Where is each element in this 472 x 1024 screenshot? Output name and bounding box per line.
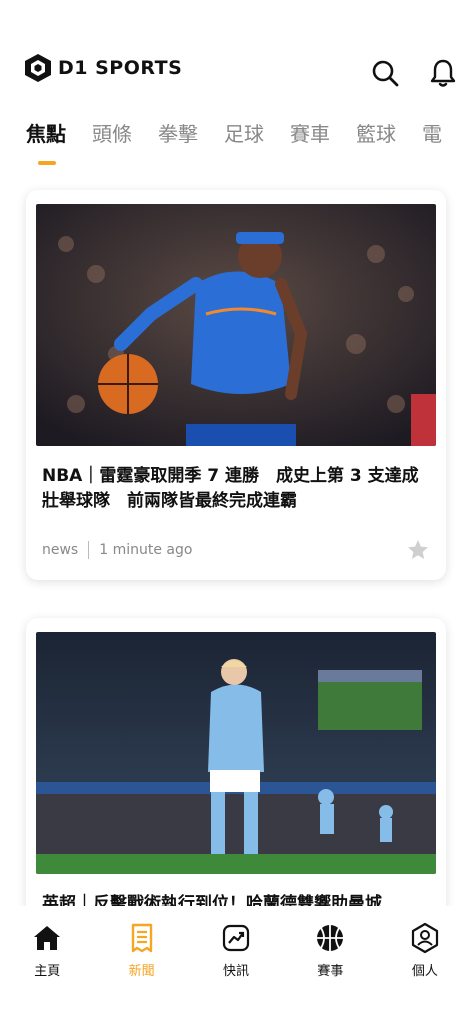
tab-boxing[interactable]: 拳擊 xyxy=(158,118,198,165)
brand-logo[interactable]: D1 SPORTS xyxy=(22,52,182,84)
tab-racing[interactable]: 賽車 xyxy=(290,118,330,165)
meta-divider xyxy=(88,541,90,559)
news-feed: NBA｜雷霆豪取開季 7 連勝 成史上第 3 支達成壯舉球隊 前兩隊皆最終完成連… xyxy=(26,190,446,956)
article-card[interactable]: NBA｜雷霆豪取開季 7 連勝 成史上第 3 支達成壯舉球隊 前兩隊皆最終完成連… xyxy=(26,190,446,580)
nav-home[interactable]: 主頁 xyxy=(0,906,94,1024)
article-image-football xyxy=(36,632,436,874)
tab-focus[interactable]: 焦點 xyxy=(26,118,66,165)
tab-basketball[interactable]: 籃球 xyxy=(356,118,396,165)
nav-label: 快訊 xyxy=(223,964,250,979)
nav-label: 賽事 xyxy=(317,964,344,979)
d1-logo-icon xyxy=(25,54,51,82)
bell-icon[interactable] xyxy=(428,58,458,88)
article-image-basketball xyxy=(36,204,436,446)
nav-events[interactable]: 賽事 xyxy=(283,906,377,1024)
article-category: news xyxy=(42,542,79,558)
article-title[interactable]: NBA｜雷霆豪取開季 7 連勝 成史上第 3 支達成壯舉球隊 前兩隊皆最終完成連… xyxy=(36,446,436,514)
app-header: D1 SPORTS xyxy=(0,0,472,110)
nav-flash[interactable]: 快訊 xyxy=(189,906,283,1024)
tab-headlines[interactable]: 頭條 xyxy=(92,118,132,165)
tab-football[interactable]: 足球 xyxy=(224,118,264,165)
tab-esports[interactable]: 電 xyxy=(422,118,442,165)
nav-profile[interactable]: 個人 xyxy=(378,906,472,1024)
basketball-icon xyxy=(317,925,344,951)
nav-news[interactable]: 新聞 xyxy=(94,906,188,1024)
nav-label: 新聞 xyxy=(128,964,155,979)
brand-name: D1 SPORTS xyxy=(58,57,183,79)
nav-label: 個人 xyxy=(411,964,438,979)
bookmark-star-icon[interactable] xyxy=(406,538,430,562)
bottom-navigation: 主頁 新聞 快訊 賽事 個人 xyxy=(0,906,472,1024)
profile-icon xyxy=(411,922,438,954)
article-meta: news 1 minute ago xyxy=(36,514,436,562)
article-time: 1 minute ago xyxy=(99,542,193,558)
category-tabs: 焦點 頭條 拳擊 足球 賽車 籃球 電 xyxy=(26,118,468,165)
article-card[interactable]: 英超｜反擊戰術執行到位！哈蘭德雙響助曼城 xyxy=(26,618,446,918)
nav-label: 主頁 xyxy=(34,964,61,979)
home-icon xyxy=(34,926,61,950)
news-icon xyxy=(131,923,152,953)
flash-icon xyxy=(222,924,250,952)
search-icon[interactable] xyxy=(370,58,400,88)
